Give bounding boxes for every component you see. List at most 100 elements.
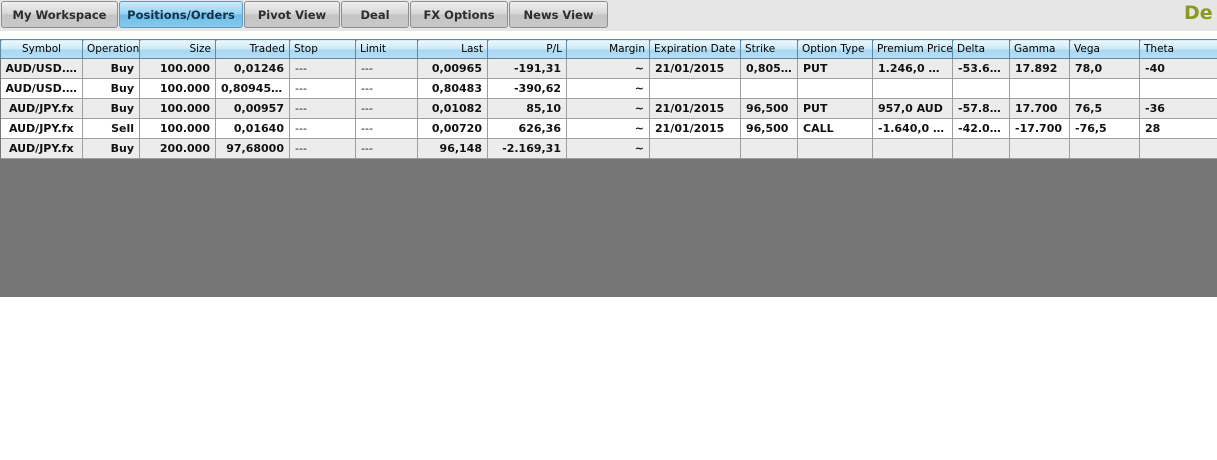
column-header-margin[interactable]: Margin	[566, 39, 650, 59]
cell-margin: ~	[566, 138, 650, 159]
cell-gamma: 17.700	[1009, 98, 1070, 119]
cell-expiration-date: 21/01/2015	[649, 118, 741, 139]
cell-theta: -36	[1139, 98, 1217, 119]
cell-stop: ---	[289, 98, 356, 119]
cell-expiration-date	[649, 78, 741, 99]
cell-strike: 96,500	[740, 98, 798, 119]
cell-delta: -57.818	[952, 98, 1010, 119]
cell-gamma	[1009, 78, 1070, 99]
column-header-size[interactable]: Size	[139, 39, 216, 59]
cell-strike	[740, 78, 798, 99]
top-toolbar: My Workspace Positions/Orders Pivot View…	[0, 0, 1217, 31]
cell-expiration-date	[649, 138, 741, 159]
tab-fx-options[interactable]: FX Options	[410, 1, 508, 28]
column-header-traded[interactable]: Traded	[215, 39, 290, 59]
cell-operation: Buy	[82, 58, 140, 79]
column-header-premium-price[interactable]: Premium Price	[872, 39, 953, 59]
tab-positions-orders[interactable]: Positions/Orders	[119, 1, 243, 28]
cell-size: 100.000	[139, 78, 216, 99]
column-header-option-type[interactable]: Option Type	[797, 39, 873, 59]
table-header-row: Symbol Operation Size Traded Stop Limit …	[0, 39, 1217, 59]
cell-margin: ~	[566, 78, 650, 99]
cell-stop: ---	[289, 138, 356, 159]
column-header-strike[interactable]: Strike	[740, 39, 798, 59]
tab-news-view[interactable]: News View	[509, 1, 608, 28]
column-header-symbol[interactable]: Symbol	[0, 39, 83, 59]
column-header-operation[interactable]: Operation	[82, 39, 140, 59]
cell-pl: -2.169,31	[487, 138, 567, 159]
cell-option-type	[797, 78, 873, 99]
column-header-theta[interactable]: Theta	[1139, 39, 1217, 59]
cell-delta	[952, 78, 1010, 99]
column-header-pl[interactable]: P/L	[487, 39, 567, 59]
cell-theta: 28	[1139, 118, 1217, 139]
cell-symbol: AUD/JPY.fx	[0, 138, 83, 159]
cell-premium-price: 957,0 AUD	[872, 98, 953, 119]
cell-stop: ---	[289, 58, 356, 79]
cell-traded: 97,68000	[215, 138, 290, 159]
cell-vega: -76,5	[1069, 118, 1140, 139]
cell-traded: 0,01246	[215, 58, 290, 79]
cell-margin: ~	[566, 58, 650, 79]
cell-theta: -40	[1139, 58, 1217, 79]
table-row[interactable]: AUD/JPY.fx Sell 100.000 0,01640 --- --- 0,0072…	[0, 118, 1217, 139]
cell-traded: 0,01640	[215, 118, 290, 139]
cell-limit: ---	[355, 58, 418, 79]
tab-my-workspace[interactable]: My Workspace	[1, 1, 118, 28]
cell-margin: ~	[566, 118, 650, 139]
cell-symbol: AUD/USD.fx	[0, 58, 83, 79]
cell-size: 100.000	[139, 98, 216, 119]
column-header-vega[interactable]: Vega	[1069, 39, 1140, 59]
cell-last: 96,148	[417, 138, 488, 159]
column-header-delta[interactable]: Delta	[952, 39, 1010, 59]
cell-stop: ---	[289, 118, 356, 139]
cell-size: 200.000	[139, 138, 216, 159]
cell-symbol: AUD/USD.fx	[0, 78, 83, 99]
column-header-last[interactable]: Last	[417, 39, 488, 59]
table-row[interactable]: AUD/JPY.fx Buy 100.000 0,00957 --- --- 0,01082…	[0, 98, 1217, 119]
column-header-gamma[interactable]: Gamma	[1009, 39, 1070, 59]
cell-vega	[1069, 138, 1140, 159]
cell-traded: 0,00957	[215, 98, 290, 119]
cell-theta	[1139, 78, 1217, 99]
cell-limit: ---	[355, 138, 418, 159]
cell-stop: ---	[289, 78, 356, 99]
cell-gamma	[1009, 138, 1070, 159]
cell-gamma: 17.892	[1009, 58, 1070, 79]
cell-last: 0,00720	[417, 118, 488, 139]
cell-strike	[740, 138, 798, 159]
cell-operation: Buy	[82, 78, 140, 99]
cell-operation: Sell	[82, 118, 140, 139]
brand-logo: De	[1184, 2, 1213, 24]
tab-pivot-view[interactable]: Pivot View	[244, 1, 340, 28]
cell-premium-price: -1.640,0 A...	[872, 118, 953, 139]
cell-pl: -191,31	[487, 58, 567, 79]
cell-size: 100.000	[139, 118, 216, 139]
tab-deal[interactable]: Deal	[341, 1, 409, 28]
column-header-stop[interactable]: Stop	[289, 39, 356, 59]
column-header-expiration-date[interactable]: Expiration Date	[649, 39, 741, 59]
cell-operation: Buy	[82, 98, 140, 119]
cell-strike: 0,805...	[740, 58, 798, 79]
cell-option-type: PUT	[797, 58, 873, 79]
cell-premium-price: 1.246,0 A...	[872, 58, 953, 79]
cell-limit: ---	[355, 98, 418, 119]
cell-gamma: -17.700	[1009, 118, 1070, 139]
cell-symbol: AUD/JPY.fx	[0, 118, 83, 139]
cell-option-type: PUT	[797, 98, 873, 119]
table-row[interactable]: AUD/JPY.fx Buy 200.000 97,68000 --- --- 96,148…	[0, 138, 1217, 159]
cell-last: 0,00965	[417, 58, 488, 79]
cell-operation: Buy	[82, 138, 140, 159]
column-header-limit[interactable]: Limit	[355, 39, 418, 59]
cell-vega: 76,5	[1069, 98, 1140, 119]
cell-strike: 96,500	[740, 118, 798, 139]
cell-pl: 85,10	[487, 98, 567, 119]
table-body: AUD/USD.fx Buy 100.000 0,01246 --- --- 0,00965…	[0, 58, 1217, 159]
table-row[interactable]: AUD/USD.fx Buy 100.000 0,01246 --- --- 0,00965…	[0, 58, 1217, 79]
table-row[interactable]: AUD/USD.fx Buy 100.000 0,8094500 --- --- 0,804…	[0, 78, 1217, 99]
cell-size: 100.000	[139, 58, 216, 79]
cell-limit: ---	[355, 118, 418, 139]
cell-limit: ---	[355, 78, 418, 99]
cell-margin: ~	[566, 98, 650, 119]
cell-last: 0,01082	[417, 98, 488, 119]
